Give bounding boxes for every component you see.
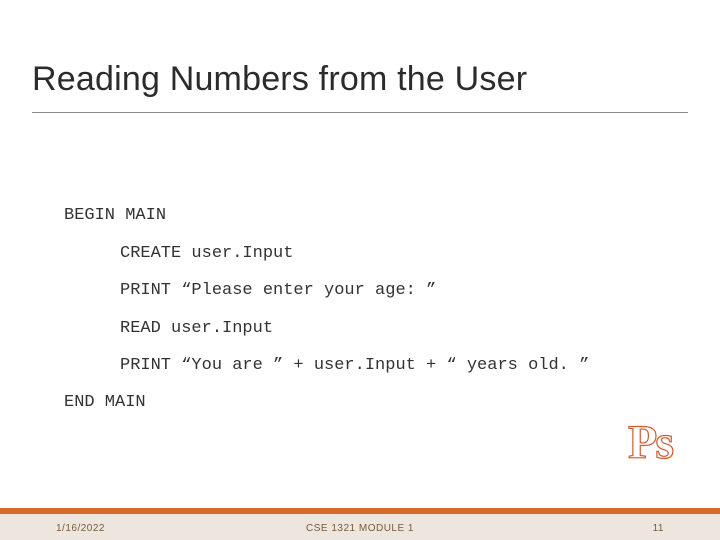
- code-line-1: BEGIN MAIN: [64, 206, 166, 225]
- code-line-2: CREATE user.Input: [120, 244, 293, 263]
- code-line-3: PRINT “Please enter your age: ”: [120, 281, 436, 300]
- footer-page-number: 11: [653, 523, 664, 534]
- pseudocode-block: BEGIN MAIN CREATE user.Input PRINT “Plea…: [64, 160, 589, 422]
- footer-accent-bar: [0, 508, 720, 514]
- code-line-5: PRINT “You are ” + user.Input + “ years …: [120, 356, 589, 375]
- code-line-4: READ user.Input: [120, 319, 273, 338]
- footer-module: CSE 1321 MODULE 1: [306, 523, 414, 534]
- code-line-6: END MAIN: [64, 393, 146, 412]
- slide: Reading Numbers from the User BEGIN MAIN…: [0, 0, 720, 540]
- slide-title: Reading Numbers from the User: [32, 60, 527, 99]
- ps-badge: Ps: [628, 415, 672, 470]
- title-underline: [32, 112, 688, 113]
- footer-date: 1/16/2022: [56, 523, 105, 534]
